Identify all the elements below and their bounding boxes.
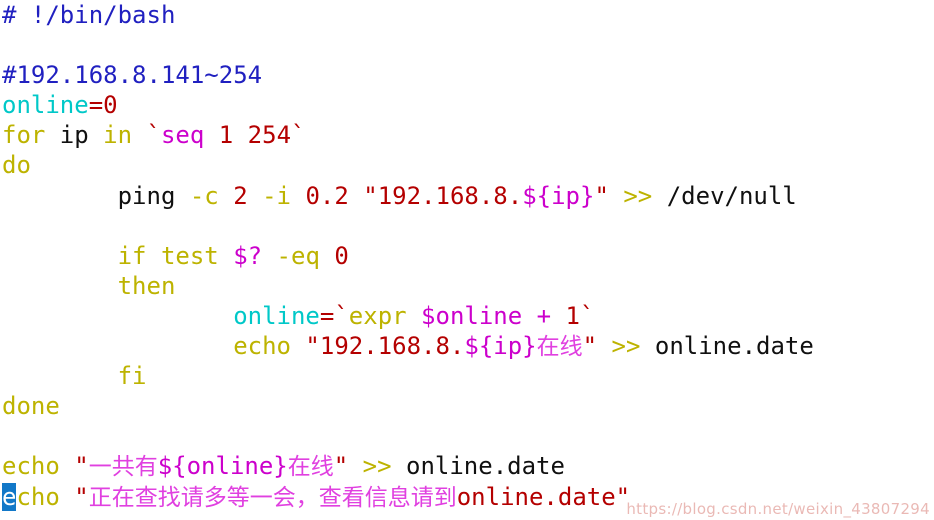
string-cjk-total: 一共有	[88, 454, 158, 481]
keyword-if: if	[117, 241, 147, 270]
code-line-10: then	[0, 271, 934, 301]
string-ip-prefix: "192.168.8.	[290, 332, 465, 361]
keyword-then: then	[117, 271, 176, 300]
string-close-quote: "	[582, 332, 598, 361]
keyword-do: do	[2, 151, 31, 180]
string-cjk-online: 在线	[536, 334, 583, 361]
command-test: test	[146, 241, 219, 270]
number-zero: 0	[103, 91, 118, 120]
code-editor-view: # !/bin/bash #192.168.8.141~254 online=0…	[0, 0, 934, 520]
command-echo: echo	[233, 332, 291, 361]
expansion-online: ${online}	[157, 452, 288, 481]
code-line-1: # !/bin/bash	[0, 0, 934, 30]
code-line-6: do	[0, 150, 934, 180]
file-online-date: online.date	[456, 482, 616, 511]
backtick-open: `	[132, 121, 161, 150]
code-line-4: online=0	[0, 90, 934, 120]
code-line-13: fi	[0, 361, 934, 391]
expansion-ip: ${ip}	[522, 181, 595, 210]
code-line-7: ping -c 2 -i 0.2 "192.168.8.${ip}" >> /d…	[0, 181, 934, 211]
operator-assign: =	[88, 91, 104, 120]
string-close-quote: "	[333, 452, 349, 481]
variable-online: online	[2, 91, 89, 120]
expansion-exit-status: $?	[218, 241, 263, 270]
code-line-16: echo "一共有${online}在线" >> online.date	[0, 451, 934, 481]
command-seq: seq	[160, 121, 205, 150]
command-echo: echo	[2, 452, 60, 481]
loop-variable-ip: ip	[45, 121, 104, 150]
command-ping: ping	[117, 181, 176, 210]
redirect-append: >>	[597, 332, 641, 361]
string-cjk-message: 正在查找请多等一会，查看信息请到	[88, 484, 457, 511]
indent-double	[2, 302, 233, 330]
expansion-ip: ${ip}	[464, 332, 537, 361]
keyword-in: in	[103, 121, 133, 150]
comment-shebang: # !/bin/bash	[2, 1, 176, 29]
keyword-done: done	[2, 392, 60, 421]
command-expr: expr	[348, 301, 407, 330]
variable-online: online	[233, 301, 320, 330]
cursor-selection[interactable]: e	[2, 482, 17, 511]
code-line-9: if test $? -eq 0	[0, 241, 934, 271]
number-one: 1	[565, 301, 580, 330]
code-line-3: #192.168.8.141~254	[0, 60, 934, 90]
code-line-15-blank	[0, 421, 934, 451]
code-line-5: for ip in `seq 1 254`	[0, 120, 934, 150]
interval-value: 0.2	[291, 181, 349, 210]
keyword-for: for	[2, 121, 46, 150]
code-line-8-blank	[0, 211, 934, 241]
code-line-14: done	[0, 391, 934, 421]
count-value: 2	[218, 181, 248, 210]
flag-interval: -i	[247, 181, 292, 210]
code-line-2-blank	[0, 30, 934, 60]
keyword-fi: fi	[117, 362, 147, 391]
string-close-quote: "	[615, 482, 631, 511]
string-open-quote: "	[59, 452, 89, 481]
file-online-date: online.date	[640, 332, 814, 361]
seq-arguments: 1 254	[204, 121, 292, 150]
path-devnull: /dev/null	[652, 181, 797, 210]
backtick-close: `	[291, 121, 306, 150]
operator-eq: -eq	[262, 241, 320, 270]
operator-plus: +	[522, 301, 566, 330]
number-zero: 0	[319, 241, 349, 270]
file-online-date: online.date	[391, 452, 565, 481]
redirect-append: >>	[348, 452, 392, 481]
assign-backtick: =`	[319, 301, 349, 330]
string-cjk-online: 在线	[287, 454, 334, 481]
code-line-12: echo "192.168.8.${ip}在线" >> online.date	[0, 331, 934, 361]
expansion-online: $online	[406, 301, 523, 330]
string-ip-prefix: "192.168.8.	[348, 181, 523, 210]
comment-ip-range: #192.168.8.141~254	[2, 61, 263, 90]
string-open-quote: "	[59, 482, 89, 511]
indent-double	[2, 332, 233, 360]
string-close-quote: "	[594, 181, 609, 210]
backtick-close: `	[580, 301, 595, 330]
command-echo: cho	[16, 482, 60, 511]
redirect-append: >>	[608, 181, 653, 210]
flag-count: -c	[175, 181, 219, 210]
code-line-11: online=`expr $online + 1`	[0, 301, 934, 331]
code-line-17: echo "正在查找请多等一会，查看信息请到online.date"	[0, 482, 934, 512]
